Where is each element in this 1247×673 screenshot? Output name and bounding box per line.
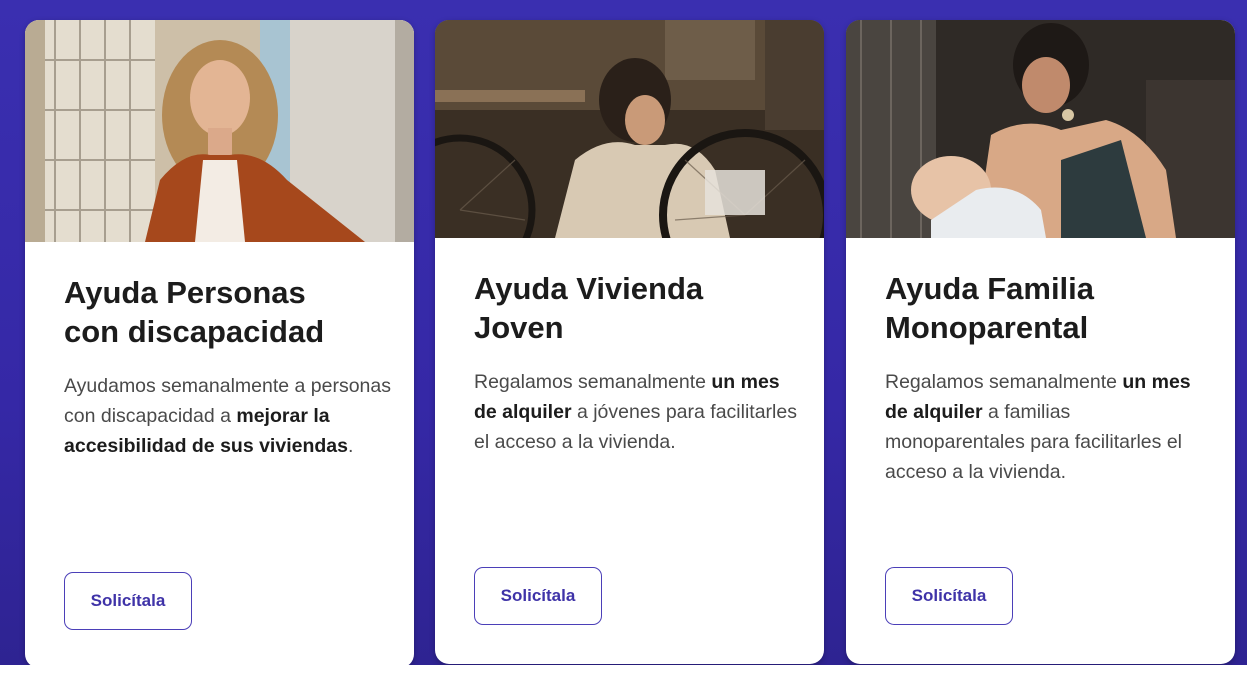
- solicitala-button[interactable]: Solicítala: [64, 572, 192, 630]
- card-description: Ayudamos semanalmente a personas con dis…: [64, 371, 392, 461]
- aid-card-youth-housing: Ayuda Vivienda Joven Regalamos semanalme…: [435, 20, 824, 664]
- mother-breastfeeding-baby-photo: [846, 20, 1235, 238]
- card-title-line: con discapacidad: [64, 314, 325, 349]
- aid-card-disability: Ayuda Personas con discapacidad Ayudamos…: [25, 20, 414, 668]
- solicitala-button[interactable]: Solicítala: [474, 567, 602, 625]
- aid-card-single-parent: Ayuda Familia Monoparental Regalamos sem…: [846, 20, 1235, 664]
- card-title-line: Ayuda Familia: [885, 271, 1095, 306]
- card-title-line: Ayuda Personas: [64, 275, 306, 310]
- card-title-line: Joven: [474, 310, 564, 345]
- desc-text: Regalamos semanalmente: [474, 371, 712, 393]
- card-title-line: Monoparental: [885, 310, 1089, 345]
- card-title: Ayuda Vivienda Joven: [474, 269, 800, 347]
- card-title: Ayuda Familia Monoparental: [885, 269, 1211, 347]
- bottom-page-edge: [0, 665, 1247, 673]
- card-title-line: Ayuda Vivienda: [474, 271, 704, 306]
- solicitala-button[interactable]: Solicítala: [885, 567, 1013, 625]
- desc-text: .: [347, 435, 354, 457]
- young-woman-fixing-bicycle-photo: [435, 20, 824, 238]
- card-title: Ayuda Personas con discapacidad: [64, 273, 390, 351]
- card-description: Regalamos semanalmente un mes de alquile…: [885, 367, 1213, 487]
- card-description: Regalamos semanalmente un mes de alquile…: [474, 367, 802, 457]
- smiling-woman-in-cardigan-photo: [25, 20, 414, 242]
- desc-text: Regalamos semanalmente: [885, 371, 1123, 393]
- desc-text: Ayudamos semanalmente a personas con dis…: [64, 375, 391, 427]
